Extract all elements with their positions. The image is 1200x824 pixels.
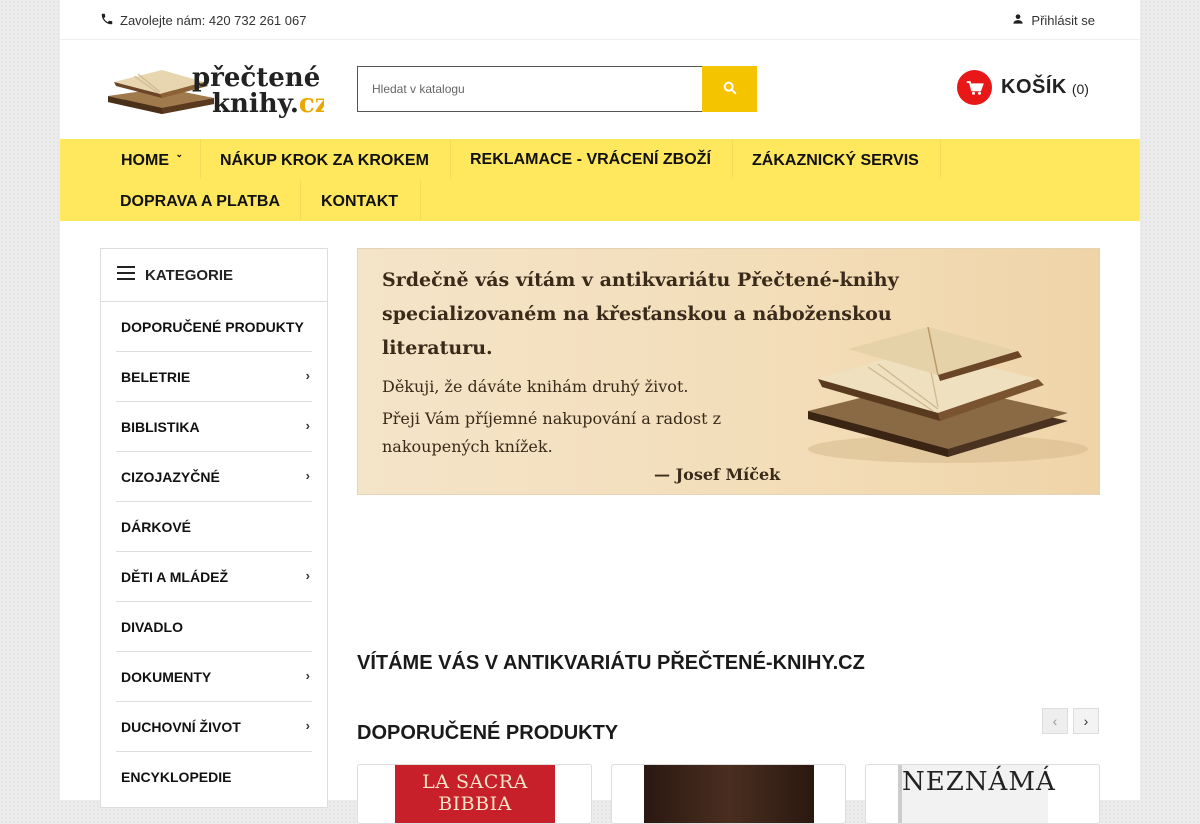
chevron-down-icon: ⌄ [175,149,183,159]
header: přečtené knihy.cz KOŠÍK (0) [60,40,1140,138]
nav-shipping-payment[interactable]: DOPRAVA A PLATBA [120,193,280,211]
main-nav: HOME ⌄ NÁKUP KROK ZA KROKEM REKLAMACE - … [60,139,1140,221]
site-logo[interactable]: přečtené knihy.cz [104,56,329,126]
cart-label: KOŠÍK [1001,76,1067,98]
category-label: DUCHOVNÍ ŽIVOT [121,718,241,735]
search-bar [357,66,757,112]
category-item-theatre[interactable]: DIVADLO [116,602,312,652]
svg-text:knihy.cz: knihy.cz [212,89,324,119]
nav-contact[interactable]: KONTAKT [321,193,398,211]
chevron-right-icon[interactable]: › [306,418,310,433]
nav-home[interactable]: HOME ⌄ [121,149,183,170]
category-label: CIZOJAZYČNÉ [121,468,220,485]
category-label: DIVADLO [121,618,183,635]
user-icon [1011,12,1025,29]
nav-shopping-steps[interactable]: NÁKUP KROK ZA KROKEM [220,152,429,170]
chevron-right-icon[interactable]: › [306,468,310,483]
category-label: ENCYKLOPEDIE [121,769,232,785]
category-item-children-youth[interactable]: DĚTI A MLÁDEŽ › [116,552,312,602]
nav-divider [732,139,733,179]
chevron-right-icon: › [1083,713,1089,729]
category-item-gifts[interactable]: DÁRKOVÉ [116,502,312,552]
login-link[interactable]: Přihlásit se [1011,12,1095,29]
product-cover-image[interactable] [644,765,814,823]
welcome-banner[interactable]: Srdečně vás vítám v antikvariátu Přečten… [357,248,1100,495]
chevron-right-icon[interactable]: › [306,368,310,383]
chevron-right-icon[interactable]: › [306,568,310,583]
top-bar: Zavolejte nám: 420 732 261 067 Přihlásit… [60,0,1140,40]
nav-divider [420,180,421,220]
category-item-fiction[interactable]: BELETRIE › [116,352,312,402]
category-sidebar: KATEGORIE DOPORUČENÉ PRODUKTY BELETRIE ›… [100,248,328,808]
category-item-recommended[interactable]: DOPORUČENÉ PRODUKTY [116,302,312,352]
category-label: DOPORUČENÉ PRODUKTY [121,318,304,335]
old-books-illustration [788,309,1088,474]
product-card[interactable]: LA SACRA BIBBIA [357,764,592,824]
cover-title: NEZNÁMÁ [902,767,1056,797]
nav-divider [450,139,451,179]
nav-divider [300,180,301,220]
page: Zavolejte nám: 420 732 261 067 Přihlásit… [60,0,1140,824]
product-cover-image[interactable]: LA SACRA BIBBIA [395,765,555,823]
category-label: DĚTI A MLÁDEŽ [121,568,229,585]
category-item-spiritual-life[interactable]: DUCHOVNÍ ŽIVOT › [116,702,312,752]
banner-line: Srdečně vás vítám v antikvariátu Přečten… [382,269,899,291]
chevron-right-icon[interactable]: › [306,668,310,683]
featured-heading: DOPORUČENÉ PRODUKTY [357,722,619,744]
nav-customer-service[interactable]: ZÁKAZNICKÝ SERVIS [752,152,919,170]
sidebar-title: KATEGORIE [145,266,234,284]
sidebar-header[interactable]: KATEGORIE [101,249,327,301]
carousel-prev-button[interactable]: ‹ [1042,708,1068,734]
chevron-left-icon: ‹ [1052,713,1058,729]
menu-icon [117,266,137,284]
cart-button[interactable]: KOŠÍK (0) [957,70,1089,105]
search-button[interactable] [702,66,757,112]
search-input[interactable] [357,66,702,112]
category-label: BIBLISTIKA [121,418,200,435]
category-list: DOPORUČENÉ PRODUKTY BELETRIE › BIBLISTIK… [101,301,327,802]
nav-divider [940,139,941,179]
cart-icon [957,70,992,105]
category-label: BELETRIE [121,368,191,385]
category-label: DÁRKOVÉ [121,518,192,535]
phone-icon [100,12,114,29]
cover-title: LA SACRA BIBBIA [422,771,528,815]
nav-home-label: HOME [121,152,169,169]
welcome-heading: VÍTÁME VÁS V ANTIKVARIÁTU PŘEČTENÉ-KNIHY… [357,652,865,674]
carousel-next-button[interactable]: › [1073,708,1099,734]
category-item-encyclopedias[interactable]: ENCYKLOPEDIE [116,752,312,802]
product-card[interactable]: NEZNÁMÁ [865,764,1100,824]
category-item-foreign-language[interactable]: CIZOJAZYČNÉ › [116,452,312,502]
search-icon [722,80,738,99]
cart-count: (0) [1071,81,1089,97]
category-label: DOKUMENTY [121,668,212,685]
contact-text: Zavolejte nám: 420 732 261 067 [120,13,307,28]
contact-info: Zavolejte nám: 420 732 261 067 [100,12,306,29]
category-item-documents[interactable]: DOKUMENTY › [116,652,312,702]
login-label: Přihlásit se [1031,13,1095,28]
nav-returns[interactable]: REKLAMACE - VRÁCENÍ ZBOŽÍ [470,151,711,169]
product-cover-image[interactable]: NEZNÁMÁ [898,765,1056,823]
chevron-right-icon[interactable]: › [306,718,310,733]
category-item-biblical-studies[interactable]: BIBLISTIKA › [116,402,312,452]
product-card[interactable] [611,764,846,824]
nav-divider [200,139,201,179]
